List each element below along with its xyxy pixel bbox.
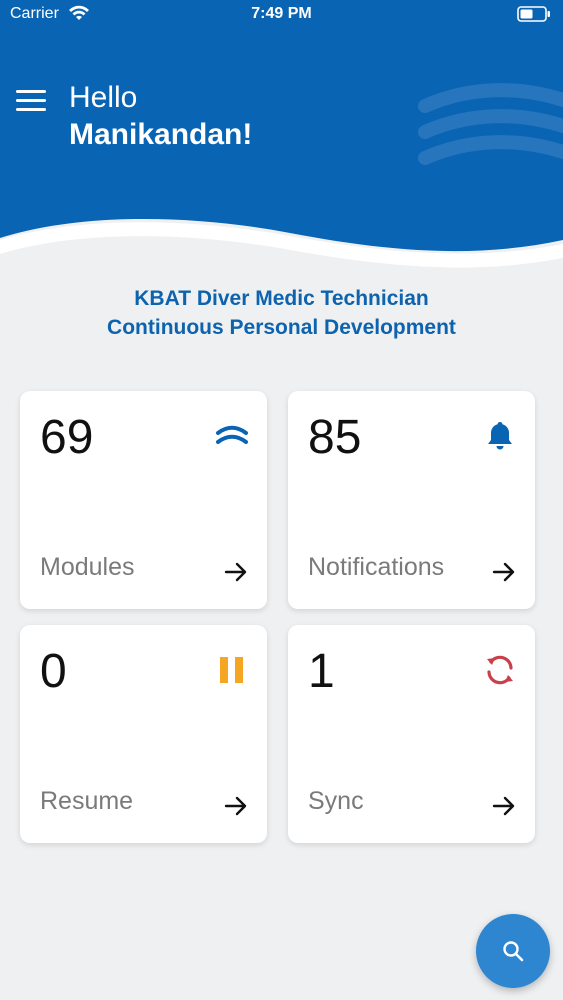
header-banner: Hello Manikandan! <box>0 28 563 278</box>
sync-label: Sync <box>308 787 364 815</box>
arrow-right-icon <box>492 796 515 816</box>
resume-card[interactable]: 0 Resume <box>20 625 267 843</box>
sync-count: 1 <box>308 645 335 698</box>
status-time: 7:49 PM <box>251 5 312 22</box>
notifications-label: Notifications <box>308 553 445 581</box>
resume-label: Resume <box>40 787 134 815</box>
notifications-count: 85 <box>308 411 362 464</box>
app-title: KBAT Diver Medic Technician Continuous P… <box>0 284 563 342</box>
bell-icon <box>488 422 512 450</box>
arrow-right-icon <box>224 796 247 816</box>
arrow-right-icon <box>492 562 515 582</box>
sync-icon <box>487 655 513 685</box>
menu-button[interactable] <box>16 90 46 112</box>
status-bar: Carrier 7:49 PM <box>0 0 563 28</box>
modules-card[interactable]: 69 Modules <box>20 391 267 609</box>
notifications-card[interactable]: 85 Notifications <box>288 391 535 609</box>
battery-icon <box>517 6 550 22</box>
pause-icon <box>220 657 243 683</box>
arrow-right-icon <box>224 562 247 582</box>
waves-icon <box>216 425 248 444</box>
app-title-line1: KBAT Diver Medic Technician <box>134 287 429 310</box>
greeting-hello: Hello <box>69 81 138 114</box>
app-title-line2: Continuous Personal Development <box>107 316 456 339</box>
greeting: Hello Manikandan! <box>69 80 252 154</box>
search-icon <box>503 941 524 962</box>
modules-label: Modules <box>40 553 135 581</box>
resume-count: 0 <box>40 645 67 698</box>
search-fab-button[interactable] <box>476 914 550 988</box>
modules-count: 69 <box>40 411 94 464</box>
user-name: Manikandan! <box>69 118 253 151</box>
sync-card[interactable]: 1 Sync <box>288 625 535 843</box>
